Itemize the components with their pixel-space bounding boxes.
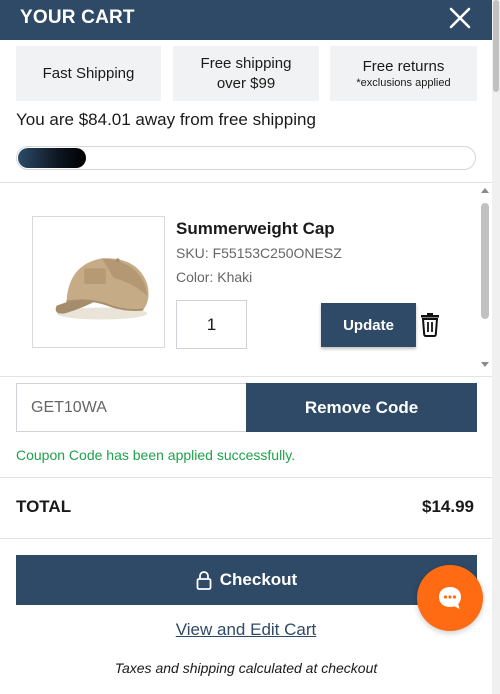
shipping-progress-bar <box>16 146 476 170</box>
total-value: $14.99 <box>422 497 474 516</box>
divider <box>0 477 492 478</box>
perk-free-shipping: Free shipping over $99 <box>173 46 319 101</box>
coupon-code-input[interactable] <box>16 383 246 432</box>
shipping-progress-fill <box>18 148 86 168</box>
perk-fast-shipping: Fast Shipping <box>16 46 161 101</box>
view-edit-cart-link[interactable]: View and Edit Cart <box>0 620 492 640</box>
product-image[interactable] <box>32 216 165 348</box>
quantity-input[interactable] <box>176 300 247 349</box>
cart-title: YOUR CART <box>20 7 135 28</box>
coupon-success-message: Coupon Code has been applied successfull… <box>16 447 296 463</box>
cart-header: YOUR CART <box>0 0 492 40</box>
lock-icon <box>196 571 212 590</box>
cart-item: Summerweight Cap SKU: F55153C250ONESZ Co… <box>0 185 492 375</box>
perk-sublabel: *exclusions applied <box>356 77 451 89</box>
divider <box>0 538 492 539</box>
page-scrollbar[interactable] <box>492 0 500 694</box>
scroll-down-icon[interactable] <box>481 362 489 367</box>
close-icon[interactable] <box>446 4 474 32</box>
page-scrollbar-thumb[interactable] <box>493 0 499 92</box>
item-list-scrollbar-thumb[interactable] <box>481 203 489 319</box>
perk-label: Free returns <box>362 58 445 75</box>
checkout-button[interactable]: Checkout <box>16 555 477 605</box>
checkout-label: Checkout <box>219 570 298 589</box>
product-color: Color: Khaki <box>176 269 253 285</box>
trash-icon[interactable] <box>419 311 441 337</box>
divider <box>0 182 492 183</box>
taxes-note: Taxes and shipping calculated at checkou… <box>114 660 378 676</box>
chat-icon <box>439 587 461 609</box>
product-sku: SKU: F55153C250ONESZ <box>176 245 342 261</box>
product-name[interactable]: Summerweight Cap <box>176 219 335 239</box>
divider <box>0 376 492 377</box>
cap-illustration <box>55 258 149 320</box>
chat-button[interactable] <box>417 565 483 631</box>
update-button[interactable]: Update <box>321 303 416 347</box>
remove-code-button[interactable]: Remove Code <box>246 383 477 432</box>
free-shipping-message: You are $84.01 away from free shipping <box>16 110 316 129</box>
perk-free-returns: Free returns *exclusions applied <box>330 46 477 101</box>
total-label: TOTAL <box>16 497 72 516</box>
scroll-up-icon[interactable] <box>481 188 489 193</box>
item-list-scrollbar[interactable] <box>479 186 491 372</box>
perk-label: Fast Shipping <box>42 64 135 82</box>
perk-label: Free shipping over $99 <box>200 54 292 92</box>
